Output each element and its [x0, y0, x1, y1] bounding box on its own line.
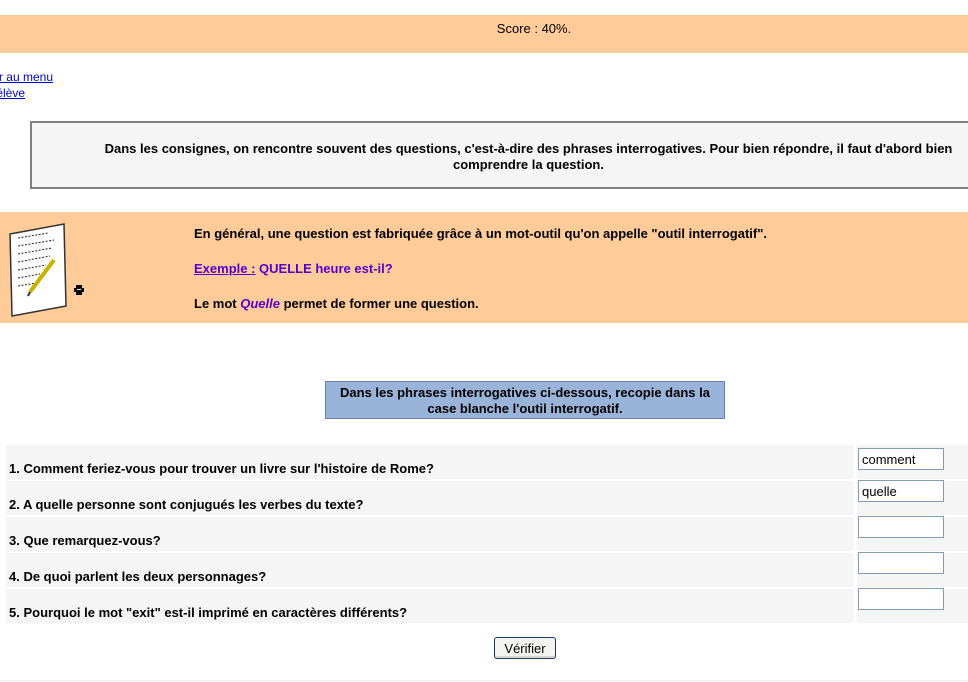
example-link[interactable]: Exemple :	[194, 261, 255, 276]
score-bar: Score : 40%.	[0, 15, 968, 53]
questions-table: 1. Comment feriez-vous pour trouver un l…	[6, 445, 968, 625]
explanation-word: Quelle	[240, 296, 280, 311]
score-text: Score : 40%.	[496, 21, 572, 36]
question-text: 4. De quoi parlent les deux personnages?	[9, 569, 267, 584]
question-text: 3. Que remarquez-vous?	[9, 533, 161, 548]
example-sentence: QUELLE heure est-il?	[255, 261, 393, 276]
student-space-link[interactable]: Espace élève	[0, 86, 25, 100]
verify-button[interactable]: Vérifier	[494, 637, 556, 659]
question-row: 2. A quelle personne sont conjugués les …	[6, 480, 968, 517]
exercise-instruction: Dans les phrases interrogatives ci-desso…	[325, 381, 725, 419]
answer-input-5[interactable]	[858, 588, 944, 610]
lesson-definition: En général, une question est fabriquée g…	[194, 226, 768, 241]
bottom-divider	[0, 680, 968, 681]
question-row: 4. De quoi parlent les deux personnages?	[6, 552, 968, 589]
answer-input-2[interactable]	[858, 480, 944, 502]
printer-icon	[74, 285, 84, 295]
answer-input-1[interactable]	[858, 448, 944, 470]
question-row: 3. Que remarquez-vous?	[6, 516, 968, 553]
question-text: 2. A quelle personne sont conjugués les …	[9, 497, 364, 512]
lesson-panel: En général, une question est fabriquée g…	[0, 212, 968, 323]
question-row: 5. Pourquoi le mot "exit" est-il imprimé…	[6, 588, 968, 625]
answer-input-4[interactable]	[858, 552, 944, 574]
lesson-example: Exemple : QUELLE heure est-il?	[194, 261, 393, 276]
question-text: 1. Comment feriez-vous pour trouver un l…	[9, 461, 434, 476]
explanation-before: Le mot	[194, 296, 241, 311]
lesson-explanation: Le mot Quelle permet de former une quest…	[194, 296, 479, 311]
back-to-menu-link[interactable]: Retour au menu	[0, 70, 53, 84]
question-row: 1. Comment feriez-vous pour trouver un l…	[6, 445, 968, 481]
explanation-after: permet de former une question.	[279, 296, 479, 311]
question-text: 5. Pourquoi le mot "exit" est-il imprimé…	[9, 605, 408, 620]
intro-text: Dans les consignes, on rencontre souvent…	[104, 141, 953, 172]
answer-input-3[interactable]	[858, 516, 944, 538]
intro-box: Dans les consignes, on rencontre souvent…	[30, 121, 968, 189]
paper-document-icon	[9, 223, 67, 317]
